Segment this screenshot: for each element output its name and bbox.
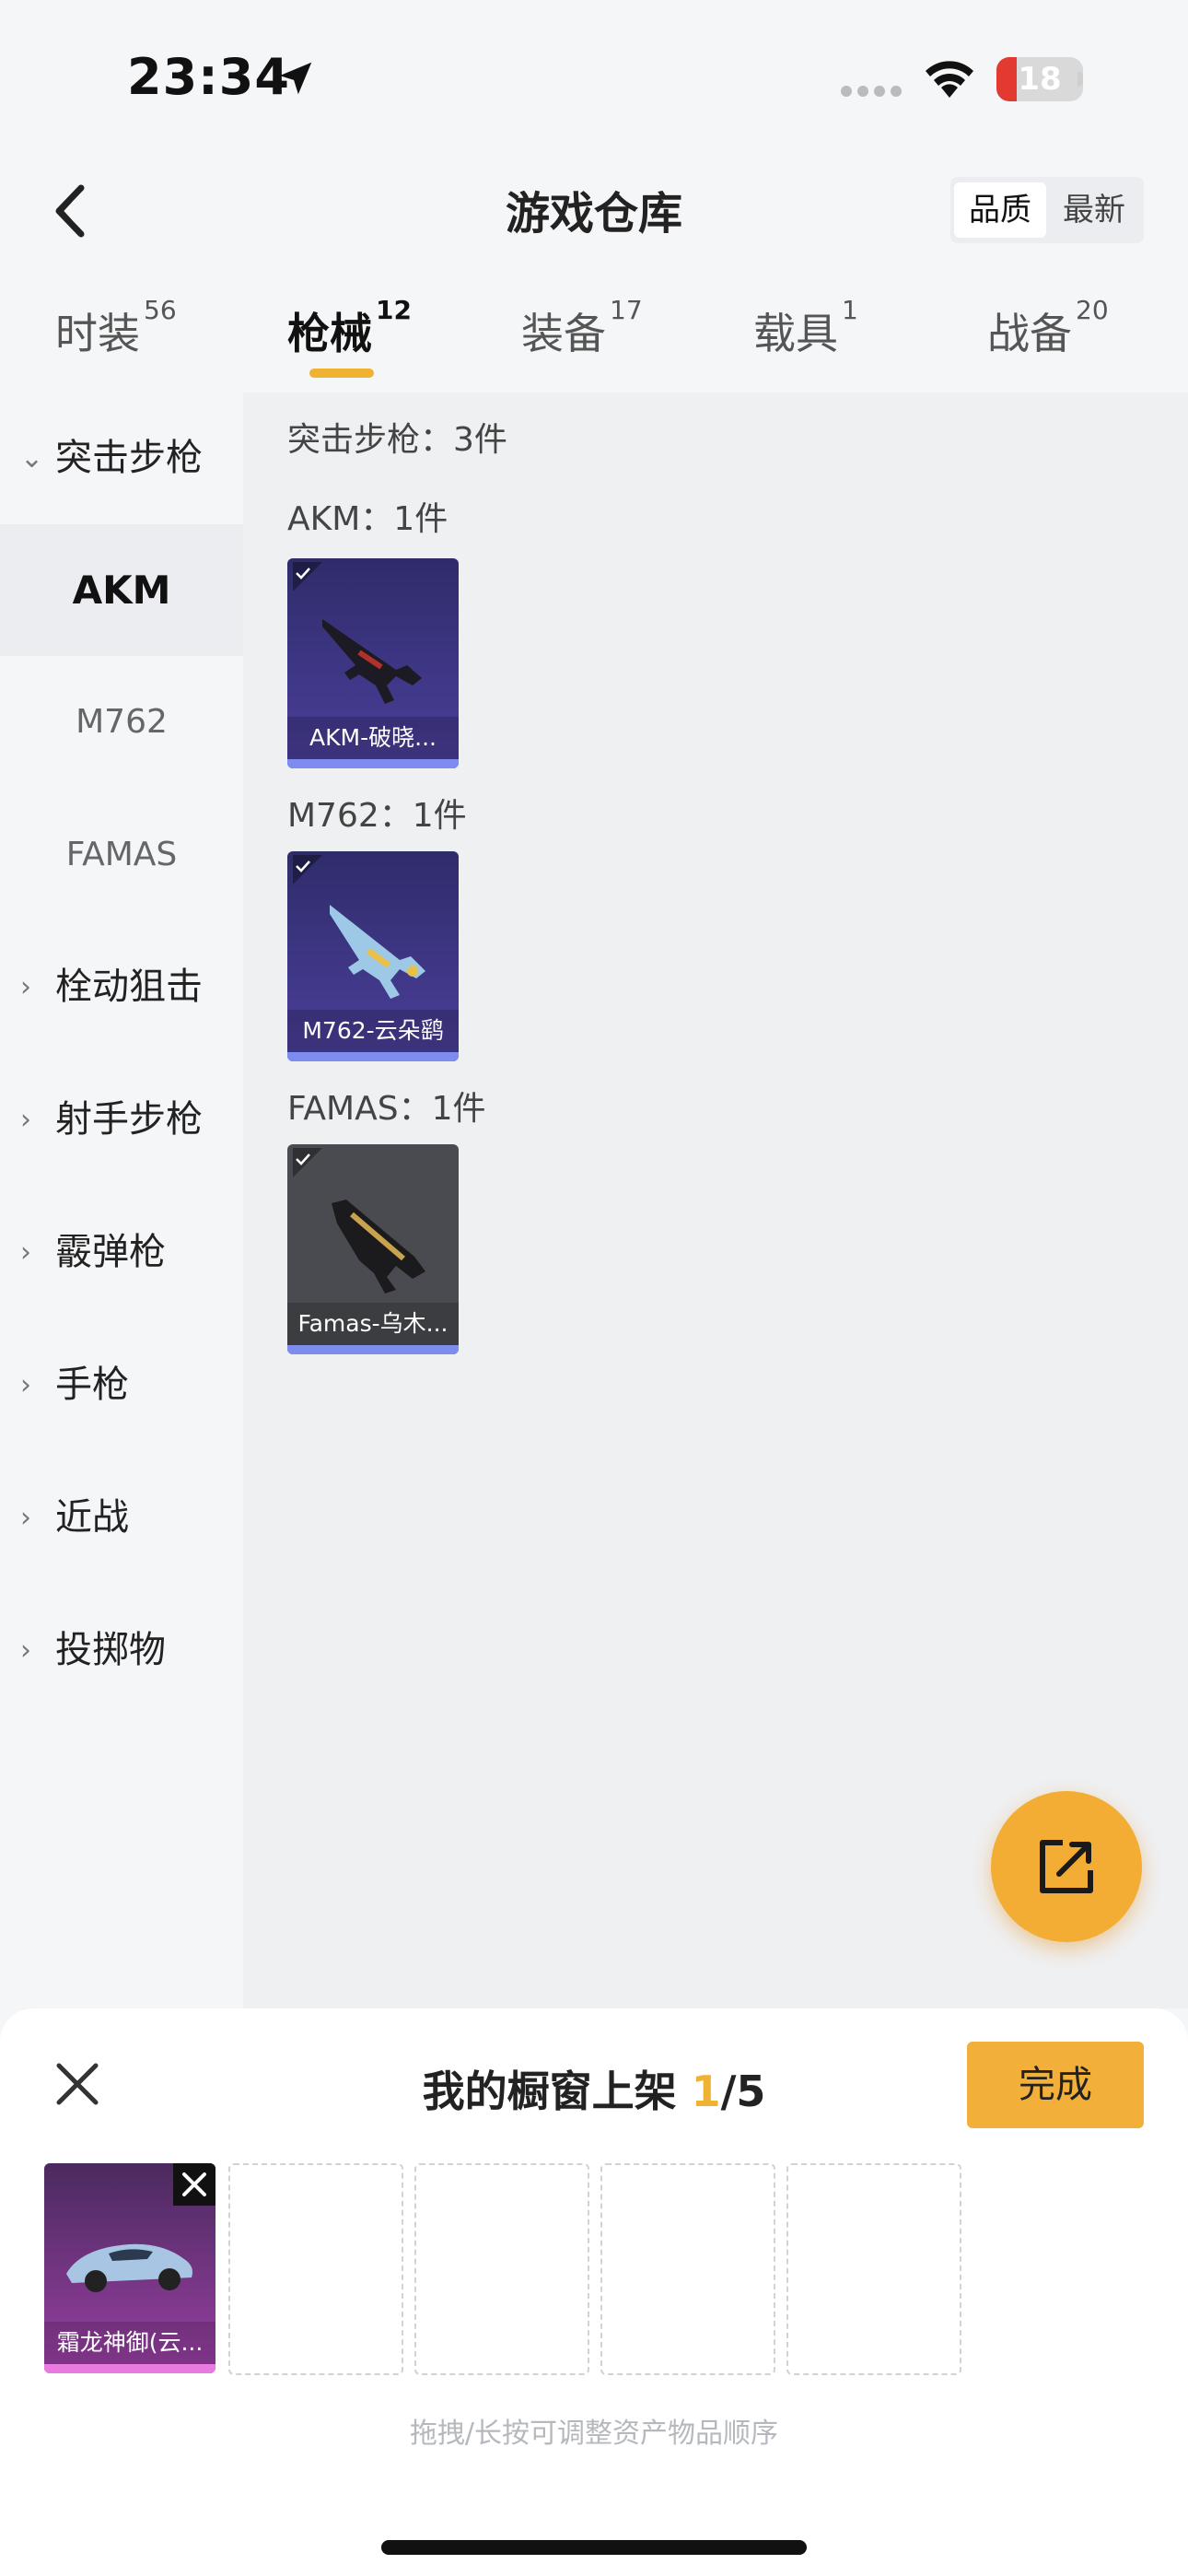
- showcase-count: 1: [691, 2067, 721, 2116]
- rarity-bar: [44, 2364, 215, 2373]
- sidebar-group-label: 手枪: [55, 1364, 129, 1406]
- tab-label: 载具: [753, 309, 838, 358]
- tab-count: 1: [842, 295, 858, 325]
- battery-indicator: 18: [996, 57, 1083, 101]
- showcase-slot-4-empty[interactable]: [600, 2163, 775, 2375]
- chevron-right-icon: ›: [20, 1104, 31, 1136]
- sidebar-group-throwables[interactable]: › 投掷物: [0, 1585, 243, 1716]
- battery-level: 18: [1018, 61, 1062, 98]
- sidebar-sub-akm[interactable]: AKM: [0, 524, 243, 656]
- sidebar-group-label: 射手步枪: [55, 1098, 203, 1141]
- sidebar-group-bolt-sniper[interactable]: › 栓动狙击: [0, 921, 243, 1053]
- tab-count: 20: [1076, 295, 1109, 325]
- chevron-right-icon: ›: [20, 1369, 31, 1401]
- showcase-slot-2-empty[interactable]: [228, 2163, 403, 2375]
- sidebar-group-assault-rifle[interactable]: ⌄ 突击步枪: [0, 392, 243, 524]
- item-card-akm[interactable]: AKM-破晓...: [287, 558, 459, 768]
- category-summary: 突击步枪：3件: [287, 421, 507, 459]
- tab-vehicles[interactable]: 载具 1: [753, 295, 858, 365]
- close-icon[interactable]: [50, 2056, 105, 2112]
- status-time: 23:34: [127, 48, 290, 106]
- done-button[interactable]: 完成: [967, 2042, 1144, 2128]
- tab-supplies[interactable]: 战备 20: [987, 295, 1109, 365]
- rarity-bar: [287, 1052, 459, 1061]
- sidebar-group-label: 突击步枪: [55, 437, 203, 479]
- section-label-m762: M762：1件: [287, 797, 467, 835]
- chevron-right-icon: ›: [20, 1502, 31, 1534]
- showcase-title-text: 我的橱窗上架: [422, 2067, 677, 2116]
- reorder-hint: 拖拽/长按可调整资产物品顺序: [409, 2418, 779, 2450]
- sidebar-group-label: 霰弹枪: [55, 1231, 166, 1273]
- tab-count: 56: [144, 295, 177, 325]
- cellular-signal-icon: [841, 86, 902, 97]
- sidebar-group-pistol[interactable]: › 手枪: [0, 1319, 243, 1451]
- active-tab-indicator: [309, 369, 374, 378]
- chevron-down-icon: ⌄: [20, 442, 44, 474]
- rarity-bar: [287, 1345, 459, 1354]
- home-indicator: [381, 2540, 807, 2555]
- sidebar-sub-famas[interactable]: FAMAS: [0, 789, 243, 920]
- share-button[interactable]: [991, 1791, 1142, 1942]
- sidebar-group-melee[interactable]: › 近战: [0, 1452, 243, 1584]
- sidebar-group-label: 近战: [55, 1496, 129, 1539]
- item-name: 霜龙神御(云...: [44, 2322, 215, 2364]
- chevron-right-icon: ›: [20, 1634, 31, 1667]
- chevron-right-icon: ›: [20, 971, 31, 1003]
- sort-newest-button[interactable]: 最新: [1048, 182, 1140, 238]
- tab-equipment[interactable]: 装备 17: [521, 295, 643, 365]
- sort-quality-button[interactable]: 品质: [954, 182, 1046, 238]
- item-card-famas[interactable]: Famas-乌木...: [287, 1144, 459, 1354]
- back-icon[interactable]: [44, 179, 99, 243]
- item-name: M762-云朵鹞: [287, 1010, 459, 1052]
- akm-rifle-icon: [322, 619, 422, 704]
- sidebar-sub-m762[interactable]: M762: [0, 656, 243, 788]
- famas-rifle-icon: [332, 1200, 425, 1294]
- item-name: Famas-乌木...: [287, 1303, 459, 1345]
- item-name: AKM-破晓...: [287, 717, 459, 759]
- section-label-famas: FAMAS：1件: [287, 1090, 486, 1128]
- item-card-m762[interactable]: M762-云朵鹞: [287, 851, 459, 1061]
- close-icon: [182, 2172, 206, 2196]
- section-label-akm: AKM：1件: [287, 500, 448, 538]
- sort-toggle: 品质 最新: [950, 177, 1144, 243]
- showcase-total: /5: [720, 2067, 766, 2116]
- showcase-slot-5-empty[interactable]: [786, 2163, 961, 2375]
- tab-count: 12: [376, 295, 412, 325]
- tab-count: 17: [610, 295, 643, 325]
- wifi-icon: [926, 61, 973, 98]
- tab-label: 装备: [521, 309, 606, 358]
- remove-item-button[interactable]: [173, 2163, 215, 2206]
- chevron-right-icon: ›: [20, 1236, 31, 1269]
- m762-rifle-icon: [330, 905, 425, 999]
- sidebar-group-label: 投掷物: [55, 1629, 166, 1671]
- showcase-title: 我的橱窗上架 1/5: [405, 2058, 783, 2119]
- page-title: 游戏仓库: [505, 188, 682, 240]
- sidebar-group-shotgun[interactable]: › 霰弹枪: [0, 1187, 243, 1318]
- sidebar-group-marksman-rifle[interactable]: › 射手步枪: [0, 1054, 243, 1186]
- showcase-slot-3-empty[interactable]: [414, 2163, 589, 2375]
- sidebar-group-label: 栓动狙击: [55, 966, 203, 1008]
- share-external-icon: [1040, 1840, 1093, 1893]
- rarity-bar: [287, 759, 459, 768]
- battery-tip: [1077, 72, 1083, 87]
- showcase-slot-1[interactable]: 霜龙神御(云...: [44, 2163, 215, 2373]
- tab-label: 战备: [987, 309, 1072, 358]
- tab-label: 时装: [55, 309, 140, 358]
- tab-label: 枪械: [287, 309, 372, 358]
- location-arrow-icon: [279, 62, 312, 95]
- tab-fashion[interactable]: 时装 56: [55, 295, 177, 365]
- tab-firearms[interactable]: 枪械 12: [287, 295, 412, 365]
